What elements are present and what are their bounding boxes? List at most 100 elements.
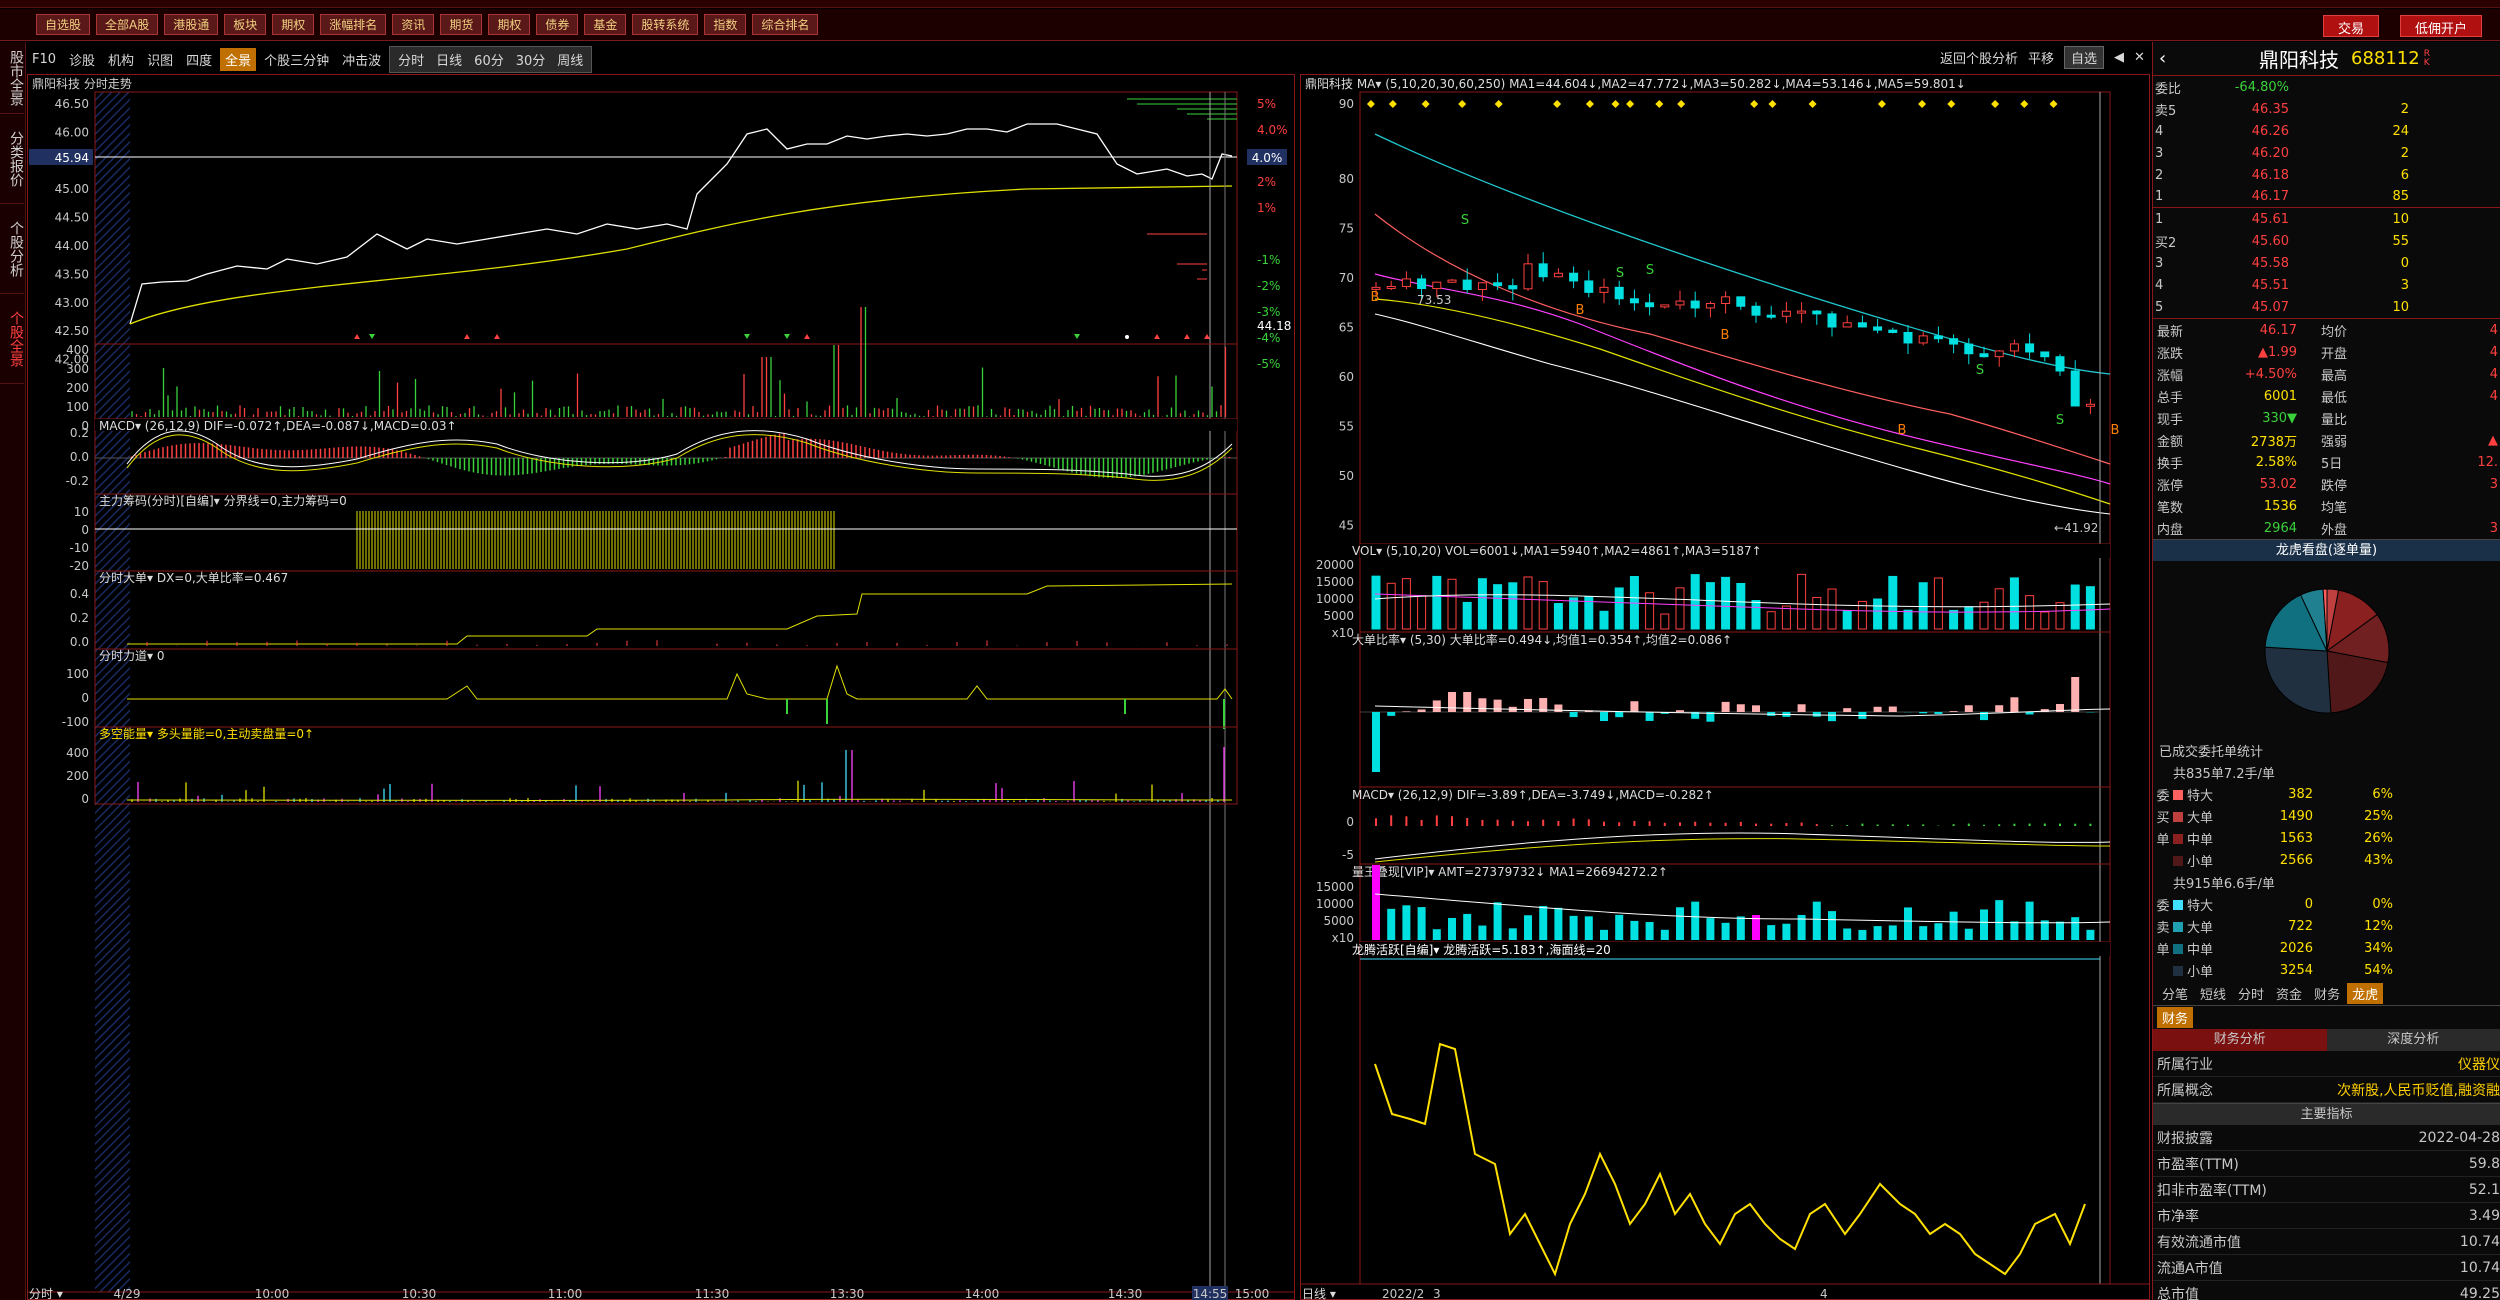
- ask-volume: 2: [2400, 101, 2409, 117]
- fin-key: 所属概念: [2157, 1082, 2213, 1099]
- menu-item[interactable]: 板块: [224, 14, 267, 35]
- amt-bar: [1432, 929, 1441, 940]
- ktime-tick: 4: [1820, 1287, 1828, 1300]
- stat-value: 2.58%: [2255, 454, 2297, 470]
- fin-row: 市盈率(TTM) 59.8: [2153, 1151, 2500, 1177]
- back-arrow-icon[interactable]: ‹: [2159, 48, 2199, 69]
- sidebar-item-category[interactable]: 分类报价: [0, 114, 24, 204]
- ask-row: 3 46.20 2: [2153, 142, 2500, 164]
- amt-bar: [1691, 901, 1700, 940]
- candle-body: [2055, 356, 2065, 372]
- sidebar-item-overview[interactable]: 个股全景: [0, 294, 24, 384]
- order-summary: 共915单6.6手/单: [2153, 871, 2500, 893]
- menu-item[interactable]: 债券: [536, 14, 579, 35]
- view-toolbar: F10 诊股 机构 识图 四度 全景 个股三分钟 冲击波 分时 日线 60分 30分 周线: [27, 45, 593, 73]
- time-label: 分时 ▾: [29, 1287, 63, 1300]
- toolbar-item[interactable]: 四度: [181, 48, 217, 71]
- amt-bar: [1569, 915, 1578, 940]
- stat-key2: 5日: [2321, 456, 2343, 472]
- tab-资金[interactable]: 资金: [2271, 983, 2307, 1004]
- open-account-button[interactable]: 低佣开户: [2400, 15, 2483, 37]
- kvol-bar: [1842, 610, 1852, 630]
- buy-marker: [804, 334, 810, 339]
- menu-item[interactable]: 期权: [272, 14, 315, 35]
- trade-button[interactable]: 交易: [2323, 15, 2380, 37]
- tab-deep-analysis[interactable]: 深度分析: [2326, 1029, 2500, 1051]
- sidebar-item-market[interactable]: 股市全景: [0, 42, 24, 114]
- stat-key2: 均笔: [2321, 500, 2348, 516]
- toolbar-item[interactable]: 识图: [142, 48, 178, 71]
- menu-item[interactable]: 涨幅排名: [320, 14, 387, 35]
- flat-button[interactable]: 平移: [2028, 48, 2054, 67]
- toolbar-item[interactable]: 机构: [103, 48, 139, 71]
- order-side: 卖: [2156, 920, 2170, 936]
- candle-body: [1599, 286, 1609, 293]
- ask-price: 46.17: [2251, 189, 2289, 204]
- menu-item[interactable]: 资讯: [392, 14, 435, 35]
- rk-badge: RK: [2423, 48, 2430, 68]
- candle-body: [1827, 313, 1837, 328]
- kline-tick: 75: [1339, 222, 1354, 236]
- vol-tick: 300: [66, 362, 89, 376]
- event-diamond: [1877, 100, 1886, 108]
- stat-key2: 跌停: [2321, 478, 2348, 494]
- tab-龙虎[interactable]: 龙虎: [2347, 982, 2384, 1004]
- kvol-bar: [1766, 611, 1776, 630]
- kvol-bar: [1599, 610, 1609, 630]
- stat-value2: 4: [2489, 366, 2498, 382]
- sidebar-item-analysis[interactable]: 个股分析: [0, 204, 24, 294]
- kvol-tick: 15000: [1316, 575, 1354, 589]
- menu-item[interactable]: 基金: [584, 14, 627, 35]
- toolbar-item[interactable]: 个股三分钟: [259, 48, 334, 71]
- kvol-tick: x10: [1332, 626, 1354, 640]
- close-icon[interactable]: ✕: [2134, 50, 2145, 65]
- menu-item[interactable]: 全部A股: [96, 14, 159, 35]
- tab-分时[interactable]: 分时: [2233, 983, 2269, 1004]
- menu-item[interactable]: 股转系统: [632, 14, 699, 35]
- menu-item[interactable]: 港股通: [164, 14, 219, 35]
- tab-短线[interactable]: 短线: [2195, 983, 2231, 1004]
- stat-key2: 开盘: [2321, 346, 2348, 362]
- period-item[interactable]: 日线: [431, 48, 467, 71]
- amt-bar: [1736, 916, 1745, 940]
- stat-key: 现手: [2157, 412, 2184, 428]
- kline-tick: 60: [1339, 370, 1354, 384]
- period-item[interactable]: 分时: [393, 48, 429, 71]
- pct-tick: -2%: [1257, 279, 1280, 293]
- period-item[interactable]: 30分: [511, 48, 551, 71]
- buy-marker: [1154, 334, 1160, 339]
- order-count: 2026: [2279, 940, 2313, 956]
- menu-item[interactable]: 期货: [440, 14, 483, 35]
- watch-dropdown[interactable]: 自选: [2064, 46, 2105, 69]
- stat-key: 金额: [2157, 434, 2184, 450]
- back-icon[interactable]: ◀: [2114, 50, 2124, 65]
- menu-item[interactable]: 指数: [704, 14, 747, 35]
- amt-tick: 15000: [1316, 880, 1354, 894]
- bid-volume: 0: [2400, 255, 2409, 271]
- price-tick: 46.00: [55, 125, 89, 139]
- stat-value2: 12.: [2477, 454, 2498, 470]
- order-row: 委特大 0 0%: [2153, 893, 2500, 915]
- menu-item[interactable]: 综合排名: [752, 14, 819, 35]
- event-diamond: [1366, 100, 1375, 108]
- buy-marker: [494, 334, 500, 339]
- period-item[interactable]: 周线: [552, 48, 588, 71]
- tab-finance[interactable]: 财务: [2157, 1007, 2194, 1028]
- toolbar-item[interactable]: 冲击波: [337, 48, 386, 71]
- premarket-hatch: [95, 92, 130, 1292]
- back-button[interactable]: 返回个股分析: [1940, 48, 2018, 67]
- toolbar-item[interactable]: 诊股: [64, 48, 100, 71]
- order-row: 卖大单 722 12%: [2153, 915, 2500, 937]
- tab-分笔[interactable]: 分笔: [2157, 983, 2193, 1004]
- menu-item[interactable]: 自选股: [36, 14, 91, 35]
- period-item[interactable]: 60分: [469, 48, 509, 71]
- tab-fin-analysis[interactable]: 财务分析: [2153, 1029, 2327, 1051]
- menu-item[interactable]: 期权: [488, 14, 531, 35]
- stat-row: 总手 6001 最低 4: [2153, 385, 2500, 407]
- toolbar-item[interactable]: 全景: [220, 47, 257, 71]
- candle-body: [1766, 314, 1776, 318]
- toolbar-item[interactable]: F10: [27, 50, 61, 69]
- amt-bar: [1584, 916, 1593, 940]
- pct-tick: 2%: [1257, 175, 1276, 189]
- tab-财务[interactable]: 财务: [2309, 983, 2345, 1004]
